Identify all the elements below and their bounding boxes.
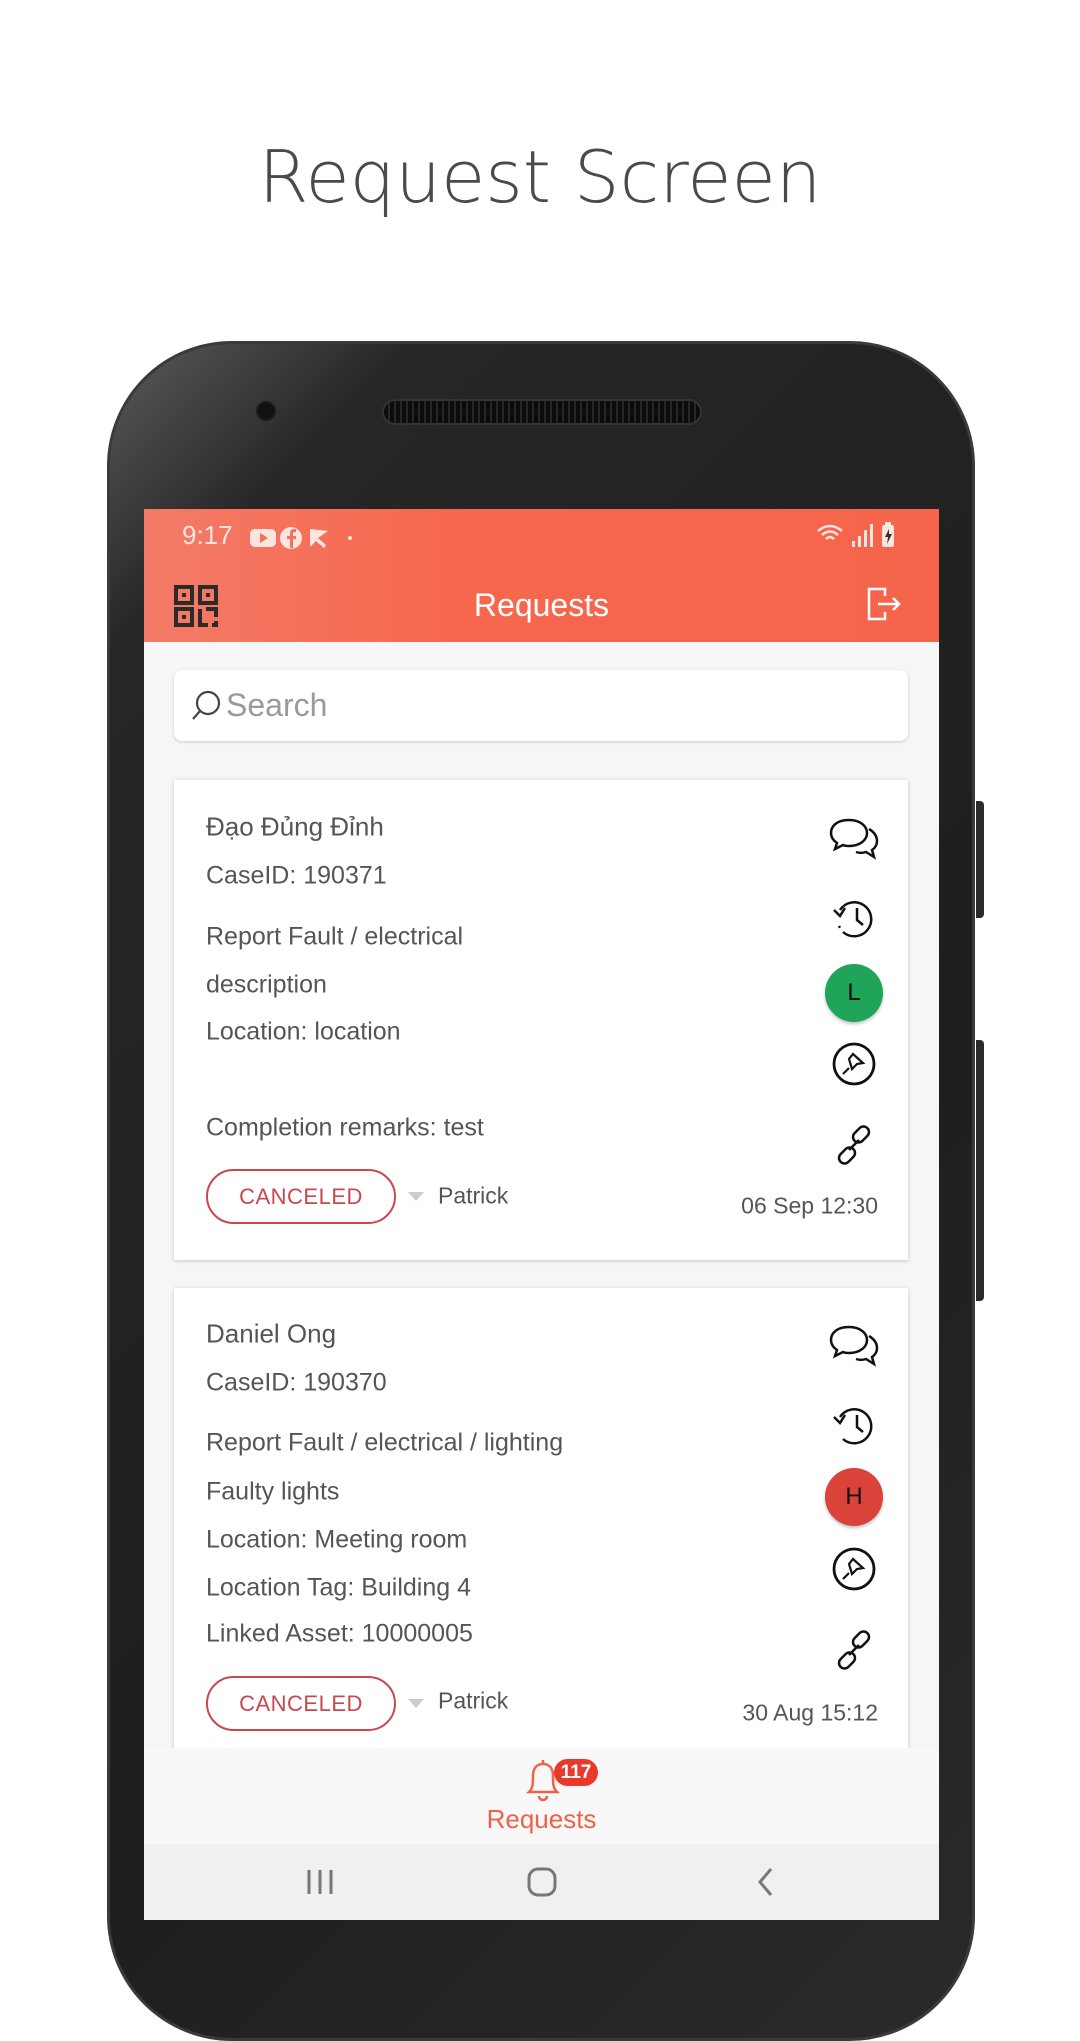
priority-avatar: L: [825, 964, 883, 1022]
play-store-icon: [310, 529, 328, 548]
request-description: description: [206, 970, 327, 999]
nav-label-requests[interactable]: Requests: [144, 1804, 939, 1835]
logout-icon[interactable]: [867, 587, 901, 621]
status-badge[interactable]: CANCELED: [206, 1676, 396, 1731]
linked-asset: Linked Asset: 10000005: [206, 1619, 473, 1648]
search-input[interactable]: [226, 670, 886, 741]
chat-icon[interactable]: [826, 1318, 882, 1374]
app-title: Requests: [473, 587, 610, 623]
link-icon[interactable]: [826, 1622, 882, 1678]
search-icon: [192, 690, 221, 720]
request-location: Location: Meeting room: [206, 1525, 468, 1554]
volume-button: [976, 1040, 984, 1301]
caret-down-icon[interactable]: [408, 1699, 424, 1708]
requester-name: Đạo Đủng Đỉnh: [206, 811, 384, 842]
chat-icon[interactable]: [826, 811, 882, 867]
phone-screen: 9:17 Requests Đạo Đủng Đỉnh CaseI: [144, 509, 939, 1920]
back-icon[interactable]: [755, 1866, 777, 1898]
history-icon[interactable]: [826, 891, 882, 947]
caret-down-icon[interactable]: [408, 1192, 424, 1201]
notification-count-badge: 117: [554, 1759, 598, 1786]
dot-icon: [348, 536, 352, 540]
assignee: Patrick: [438, 1182, 509, 1209]
bottom-nav: 117 Requests: [144, 1748, 939, 1844]
notification-icons: [250, 527, 352, 549]
power-button: [976, 801, 984, 918]
requester-name: Daniel Ong: [206, 1318, 337, 1349]
request-date: 30 Aug 15:12: [742, 1699, 878, 1726]
pin-icon[interactable]: [826, 1036, 882, 1092]
request-card[interactable]: Daniel Ong CaseID: 190370 Report Fault /…: [174, 1288, 908, 1768]
priority-avatar: H: [825, 1468, 883, 1526]
battery-charging-icon: [882, 522, 894, 547]
recents-icon[interactable]: [305, 1868, 335, 1896]
status-bar: 9:17: [144, 509, 939, 565]
completion-remarks: Completion remarks: test: [206, 1113, 484, 1142]
status-time: 9:17: [182, 520, 233, 550]
location-tag: Location Tag: Building 4: [206, 1573, 472, 1602]
assignee: Patrick: [438, 1687, 509, 1714]
camera-icon: [256, 401, 276, 421]
request-category: Report Fault / electrical: [206, 922, 464, 951]
link-icon[interactable]: [826, 1117, 882, 1173]
status-badge[interactable]: CANCELED: [206, 1169, 396, 1224]
app-bar: Requests: [144, 565, 939, 642]
case-id: CaseID: 190371: [206, 861, 387, 890]
request-card[interactable]: Đạo Đủng Đỉnh CaseID: 190371 Report Faul…: [174, 780, 908, 1260]
request-location: Location: location: [206, 1017, 401, 1046]
case-id: CaseID: 190370: [206, 1368, 387, 1397]
speaker-grille: [382, 399, 702, 425]
search-bar[interactable]: [174, 670, 908, 741]
system-nav-bar: [144, 1844, 939, 1920]
request-description: Faulty lights: [206, 1477, 340, 1506]
pin-icon[interactable]: [826, 1541, 882, 1597]
home-icon[interactable]: [526, 1866, 558, 1898]
facebook-icon: [280, 527, 302, 549]
youtube-icon: [250, 529, 276, 547]
history-icon[interactable]: [826, 1398, 882, 1454]
request-date: 06 Sep 12:30: [741, 1192, 878, 1219]
page-title: Request Screen: [258, 135, 822, 219]
signal-icon: [852, 524, 873, 547]
wifi-icon: [817, 524, 843, 540]
request-category: Report Fault / electrical / lighting: [206, 1428, 564, 1457]
system-status-icons: [817, 522, 894, 547]
